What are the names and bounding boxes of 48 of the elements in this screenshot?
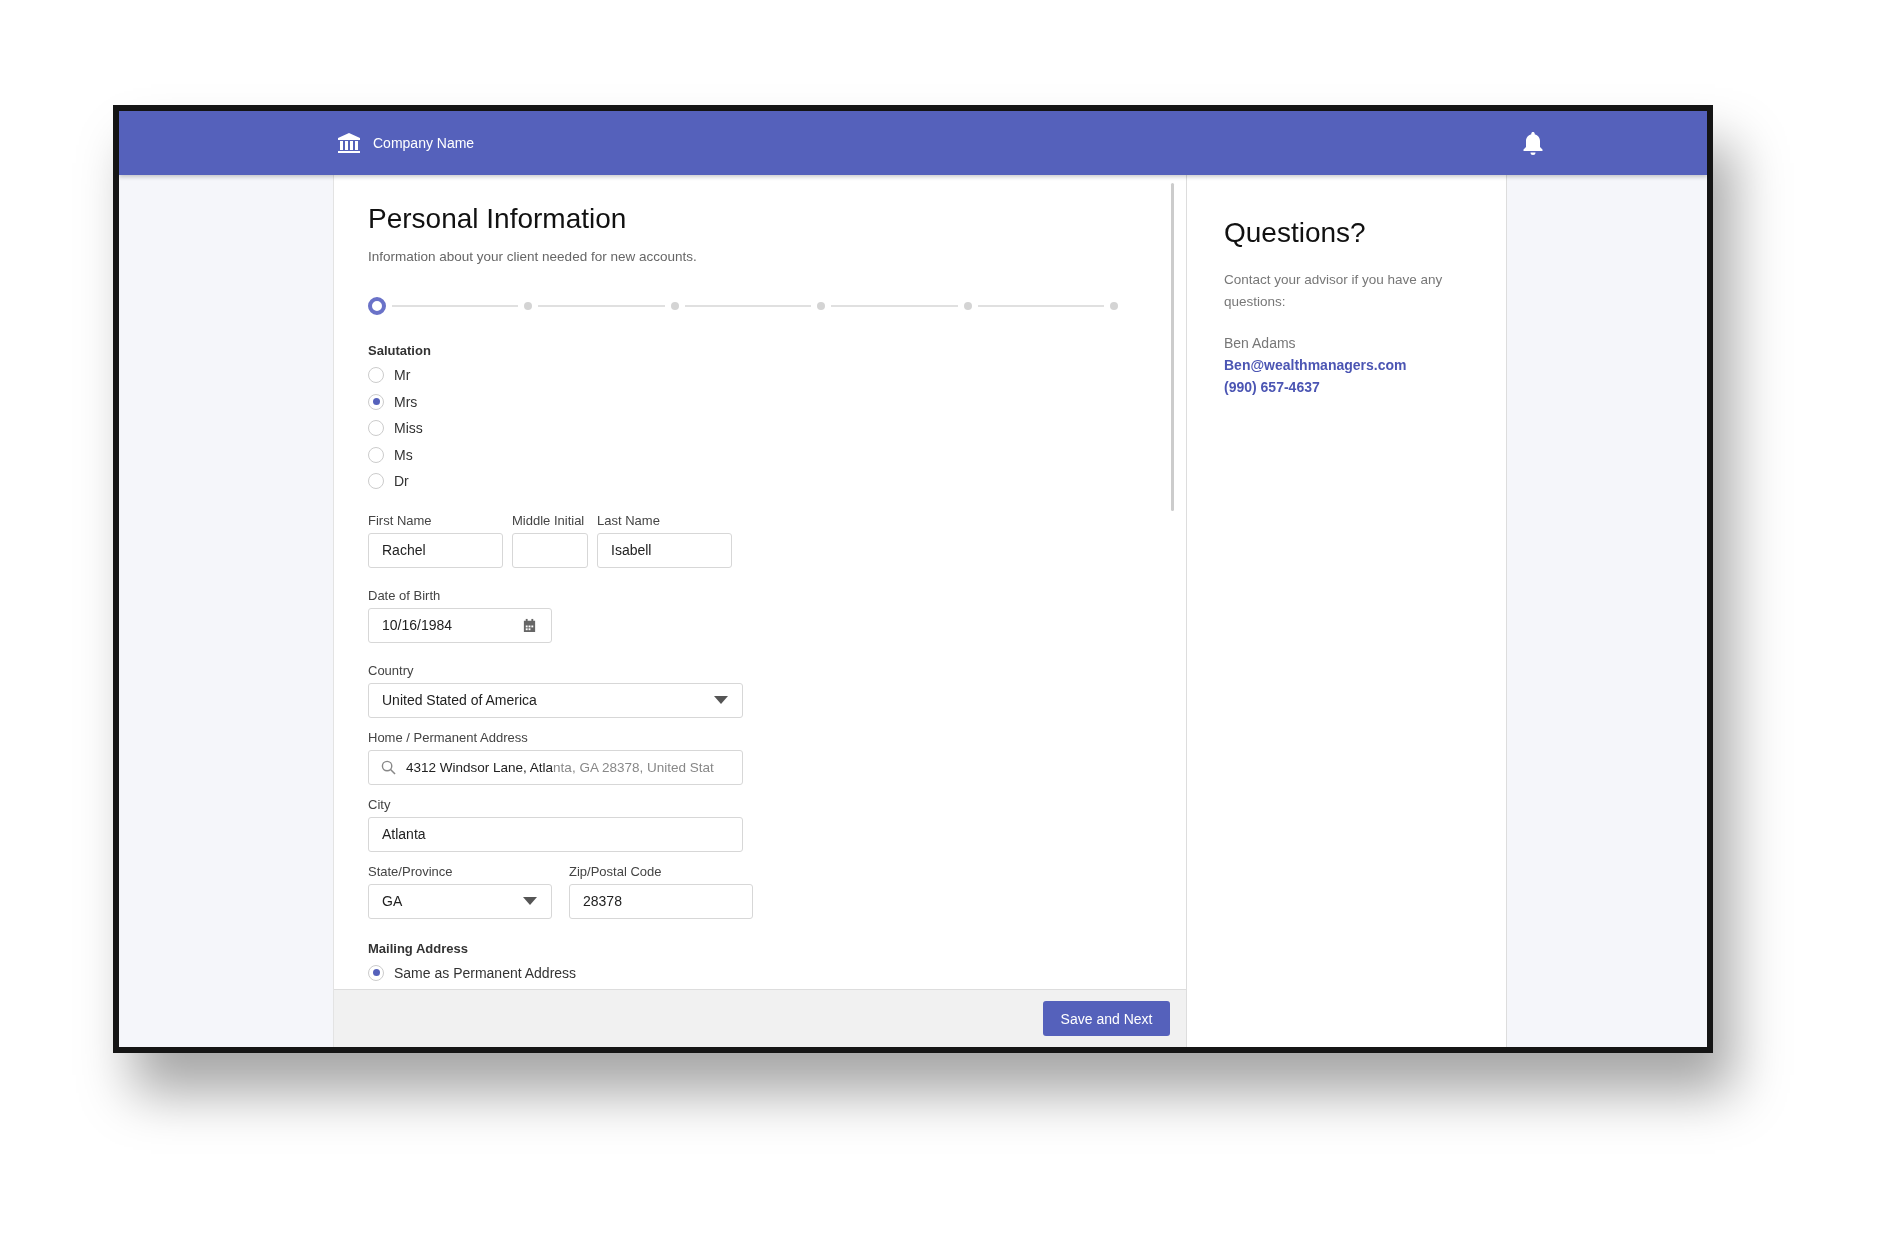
page-title: Personal Information [368, 203, 628, 235]
field-label: Mailing Address [368, 940, 469, 956]
field-label: First Name [368, 512, 433, 528]
radio-label: Mrs [394, 393, 418, 410]
radio-label: Ms [394, 446, 413, 463]
step-dot[interactable] [670, 302, 679, 310]
caret-icon [714, 696, 728, 704]
caret-icon [523, 897, 537, 905]
bank-icon [337, 132, 361, 154]
date-field[interactable]: 10/16/1984 [368, 607, 552, 643]
page-subtitle: Information about your client needed for new accounts. [368, 249, 698, 264]
company-name: Company Name [373, 135, 475, 151]
input-field[interactable]: 28378 [569, 883, 753, 919]
field-label: Zip/Postal Code [569, 863, 663, 879]
radio-label: Dr [394, 473, 409, 490]
field-label: State/Province [368, 863, 454, 879]
field-label: Country [368, 662, 415, 678]
help-title: Questions? [1224, 217, 1366, 249]
input-field[interactable]: Isabell [597, 532, 732, 568]
field-label: Home / Permanent Address [368, 729, 529, 745]
field-label: Last Name [597, 512, 661, 528]
radio-label: Same as Permanent Address [394, 964, 577, 981]
input-field[interactable] [512, 532, 588, 568]
phone-link[interactable]: (990) 657-4637 [1224, 379, 1320, 395]
country-dropdown[interactable]: United Stated of America [368, 682, 743, 718]
field-label: Middle Initial [512, 512, 586, 528]
step-dot[interactable] [1110, 302, 1119, 310]
state-dropdown[interactable]: GA [368, 883, 552, 919]
step-dot[interactable] [524, 302, 533, 310]
address-search-field[interactable]: 4312 Windsor Lane, Atlanta, GA 28378, United Stat [368, 749, 743, 785]
field-label: Salutation [368, 343, 432, 358]
step-dot[interactable] [368, 297, 386, 315]
email-link[interactable]: Ben@wealthmanagers.com [1224, 357, 1407, 373]
radio-label: Mr [394, 367, 411, 384]
input-field[interactable]: Rachel [368, 532, 503, 568]
field-label: City [368, 796, 392, 812]
bell-icon[interactable] [1521, 130, 1546, 156]
help-text: Contact your advisor if you have any questions: [1224, 271, 1444, 311]
radio-label: Miss [394, 420, 423, 437]
scrollbar[interactable] [1171, 183, 1174, 511]
save-and-next-button[interactable]: Save and Next [1043, 1001, 1170, 1036]
search-icon [381, 759, 396, 775]
calendar-icon[interactable] [522, 617, 537, 633]
step-dot[interactable] [817, 302, 826, 310]
field-label: Date of Birth [368, 587, 442, 603]
input-field[interactable]: Atlanta [368, 816, 743, 852]
advisor-name: Ben Adams [1224, 335, 1296, 351]
step-dot[interactable] [963, 302, 972, 310]
